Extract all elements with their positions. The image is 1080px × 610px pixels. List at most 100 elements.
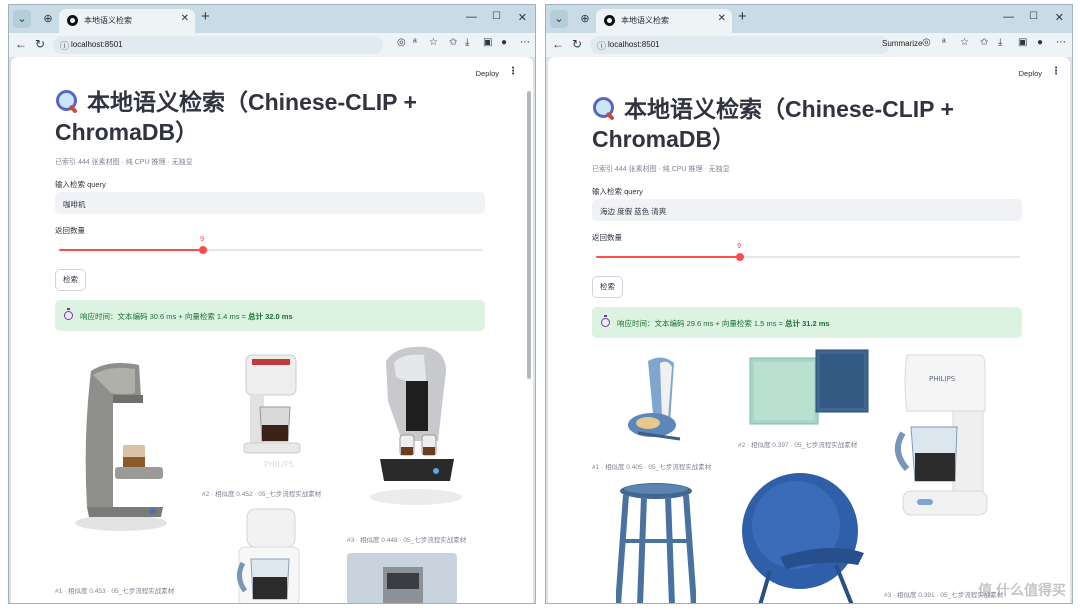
- result-image[interactable]: [347, 553, 457, 603]
- back-arrow-icon[interactable]: ←: [552, 37, 564, 51]
- profile-avatar-icon[interactable]: ●: [501, 37, 507, 48]
- slider-fill: [596, 256, 741, 258]
- timing-banner: 响应时间：文本编码 30.6 ms + 向量检索 1.4 ms = 总计 32.…: [55, 300, 485, 331]
- coffee-maker-image: PHILIPS: [243, 354, 301, 469]
- machine-photo-image: [347, 553, 457, 603]
- browser-essentials-icon[interactable]: ▣: [483, 37, 492, 48]
- back-arrow-icon[interactable]: ←: [15, 37, 27, 51]
- result-image[interactable]: [69, 357, 169, 537]
- index-caption: 已索引 444 张素材图 · 纯 CPU 推理 · 无独显: [55, 159, 193, 166]
- result-image[interactable]: [233, 507, 309, 603]
- slider-thumb[interactable]: [736, 253, 745, 261]
- count-slider[interactable]: 9: [59, 236, 483, 257]
- query-label: 输入检索 query: [592, 187, 643, 196]
- tab-title: 本地语义检索: [621, 16, 669, 25]
- stopwatch-icon: [601, 315, 610, 327]
- search-button[interactable]: 检索: [592, 276, 623, 298]
- slider-thumb[interactable]: [199, 246, 208, 254]
- address-bar-row: ← ↻ ⓘ localhost:8501 Summarize ◎ ᵃ ☆ ✩ ⤓…: [546, 33, 1072, 57]
- query-label: 输入检索 query: [55, 180, 106, 189]
- svg-text:PHILIPS: PHILIPS: [264, 460, 294, 469]
- result-image[interactable]: [616, 481, 696, 603]
- copilot-icon[interactable]: ◎: [922, 37, 931, 48]
- browser-tab[interactable]: 本地语义检索 ✕: [59, 9, 195, 33]
- result-caption: #1 · 相似度 0.405 · 05_七步流程实战素材: [592, 464, 712, 471]
- browser-tab[interactable]: 本地语义检索 ✕: [596, 9, 732, 33]
- slider-value: 9: [200, 236, 205, 243]
- query-value: 咖啡机: [63, 200, 86, 209]
- result-image[interactable]: PHILIPS: [236, 351, 306, 471]
- result-caption: #3 · 相似度 0.448 · 05_七步流程实战素材: [347, 537, 467, 544]
- tab-close-icon[interactable]: ✕: [181, 13, 189, 24]
- main-menu-icon[interactable]: ⋮: [508, 66, 518, 77]
- app-content: Deploy ⋮ 本地语义检索（Chinese-CLIP + ChromaDB）…: [548, 57, 1070, 603]
- title-line-2: ChromaDB）: [592, 126, 736, 152]
- result-image[interactable]: [748, 348, 872, 432]
- read-aloud-icon[interactable]: ᵃ: [942, 37, 946, 48]
- count-slider[interactable]: 9: [596, 243, 1020, 264]
- reload-icon[interactable]: ↻: [572, 37, 582, 51]
- result-caption: #2 · 相似度 0.452 · 05_七步流程实战素材: [202, 491, 322, 498]
- minimize-icon[interactable]: —: [466, 11, 477, 23]
- title-line-1: 本地语义检索（Chinese-CLIP +: [87, 89, 417, 115]
- workspaces-globe-icon[interactable]: ⊕: [39, 10, 57, 28]
- minimize-icon[interactable]: —: [1003, 11, 1014, 23]
- pod-machine-image: [370, 346, 462, 505]
- profile-avatar-icon[interactable]: ●: [1037, 37, 1043, 48]
- maximize-icon[interactable]: ☐: [1029, 11, 1038, 22]
- url-field[interactable]: ⓘ localhost:8501: [590, 36, 890, 54]
- slider-fill: [59, 249, 204, 251]
- storage-boxes-image: [749, 349, 869, 425]
- summarize-button[interactable]: Summarize: [882, 39, 922, 48]
- browser-essentials-icon[interactable]: ▣: [1018, 37, 1027, 48]
- coffee-machine-image: [75, 363, 167, 531]
- streamlit-favicon-icon: [604, 15, 615, 26]
- magnifier-icon: [55, 89, 79, 113]
- tab-actions-menu-icon[interactable]: ⌄: [550, 10, 568, 28]
- download-icon[interactable]: ⤓: [998, 37, 1002, 48]
- new-tab-icon[interactable]: +: [738, 8, 747, 25]
- streamlit-favicon-icon: [67, 15, 78, 26]
- result-image[interactable]: [366, 341, 466, 511]
- read-aloud-icon[interactable]: ᵃ: [413, 37, 417, 48]
- window-close-icon[interactable]: ✕: [518, 11, 527, 24]
- magnifier-icon: [592, 96, 616, 120]
- timing-text: 响应时间：文本编码 30.6 ms + 向量检索 1.4 ms = 总计 32.…: [80, 312, 293, 321]
- watermark: 值 什么值得买: [978, 582, 1066, 598]
- new-tab-icon[interactable]: +: [201, 8, 210, 25]
- tab-title: 本地语义检索: [84, 16, 132, 25]
- favorites-icon[interactable]: ✩: [980, 37, 988, 48]
- deploy-button[interactable]: Deploy: [476, 69, 499, 78]
- favorites-icon[interactable]: ✩: [449, 37, 457, 48]
- title-line-1: 本地语义检索（Chinese-CLIP +: [624, 96, 954, 122]
- favorite-star-icon[interactable]: ☆: [960, 37, 969, 48]
- reload-icon[interactable]: ↻: [35, 37, 45, 51]
- tab-actions-menu-icon[interactable]: ⌄: [13, 10, 31, 28]
- result-image[interactable]: [740, 461, 870, 603]
- index-caption: 已索引 444 张素材图 · 纯 CPU 推理 · 无独显: [592, 166, 730, 173]
- result-image[interactable]: [618, 353, 698, 453]
- search-button[interactable]: 检索: [55, 269, 86, 291]
- site-info-icon[interactable]: ⓘ: [60, 39, 70, 51]
- more-menu-icon[interactable]: ⋯: [1056, 37, 1066, 48]
- workspaces-globe-icon[interactable]: ⊕: [576, 10, 594, 28]
- favorite-star-icon[interactable]: ☆: [429, 37, 438, 48]
- browser-window-right: ⌄ ⊕ 本地语义检索 ✕ + — ☐ ✕ ← ↻ ⓘ localhost:850…: [545, 4, 1073, 604]
- window-close-icon[interactable]: ✕: [1055, 11, 1064, 24]
- coffee-maker-image: PHILIPS: [894, 354, 988, 516]
- maximize-icon[interactable]: ☐: [492, 11, 501, 22]
- main-menu-icon[interactable]: ⋮: [1051, 66, 1061, 77]
- copilot-icon[interactable]: ◎: [397, 37, 406, 48]
- result-caption: #2 · 相似度 0.397 · 05_七步流程实战素材: [738, 442, 858, 449]
- deploy-button[interactable]: Deploy: [1019, 69, 1042, 78]
- site-info-icon[interactable]: ⓘ: [597, 39, 607, 51]
- tab-close-icon[interactable]: ✕: [718, 13, 726, 24]
- more-menu-icon[interactable]: ⋯: [520, 37, 530, 48]
- scrollbar[interactable]: [527, 91, 531, 379]
- timing-banner: 响应时间：文本编码 29.6 ms + 向量检索 1.5 ms = 总计 31.…: [592, 307, 1022, 338]
- query-input[interactable]: 咖啡机: [55, 192, 485, 214]
- download-icon[interactable]: ⤓: [465, 37, 469, 48]
- result-image[interactable]: PHILIPS: [893, 351, 993, 541]
- url-field[interactable]: ⓘ localhost:8501: [53, 36, 383, 54]
- query-input[interactable]: 海边 度假 蓝色 清爽: [592, 199, 1022, 221]
